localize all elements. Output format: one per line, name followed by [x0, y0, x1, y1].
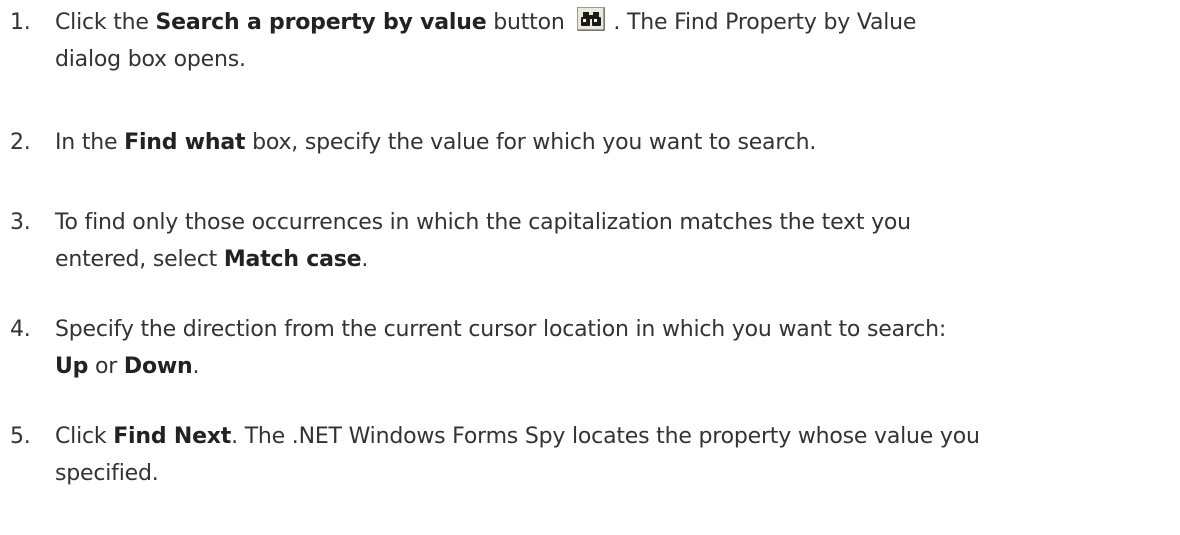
step-line: To find only those occurrences in which … [55, 210, 911, 235]
step-text-segment: button [486, 10, 572, 35]
ui-term-find-what: Find what [124, 130, 246, 155]
step-line: Click the Search a property by value but… [55, 4, 1140, 41]
step-line: entered, select Match case. [55, 241, 1140, 278]
step-line: dialog box opens. [55, 47, 246, 72]
ui-term-search-a-property-by-value: Search a property by value [155, 10, 487, 35]
step-text: Specify the direction from the current c… [55, 311, 1140, 385]
step-text-segment: . The Find Property by Value [613, 10, 917, 35]
step-text-segment: Click [55, 424, 114, 449]
step-number: 4. [10, 317, 31, 342]
step-text-segment: . The .NET Windows Forms Spy locates the… [231, 424, 980, 449]
step-number: 5. [10, 424, 31, 449]
step-text: To find only those occurrences in which … [55, 204, 1140, 278]
ui-term-up: Up [55, 354, 89, 379]
step-text-segment: Click the [55, 10, 156, 35]
step-number: 1. [10, 10, 31, 35]
step-text-segment: box, specify the value for which you wan… [245, 130, 817, 155]
step-text: Click the Search a property by value but… [55, 4, 1140, 78]
step-line: specified. [55, 461, 159, 486]
ui-term-match-case: Match case [223, 247, 362, 272]
step-text-segment: or [88, 354, 124, 379]
step-text: Click Find Next. The .NET Windows Forms … [55, 418, 1140, 492]
step-line: Click Find Next. The .NET Windows Forms … [55, 418, 1140, 455]
step-line: Specify the direction from the current c… [55, 317, 947, 342]
ui-term-find-next: Find Next [113, 424, 232, 449]
step-text-segment: . [361, 247, 369, 272]
instruction-steps-list: 1. Click the Search a property by value … [0, 0, 1180, 535]
step-text-segment: entered, select [55, 247, 224, 272]
step-text-segment: In the [55, 130, 125, 155]
step-number: 3. [10, 210, 31, 235]
step-line: Up or Down. [55, 348, 1140, 385]
step-text-segment: . [192, 354, 200, 379]
step-number: 2. [10, 130, 31, 155]
step-line: In the Find what box, specify the value … [55, 124, 1140, 161]
ui-term-down: Down [123, 354, 193, 379]
binoculars-icon [577, 7, 606, 31]
step-text: In the Find what box, specify the value … [55, 124, 1140, 161]
